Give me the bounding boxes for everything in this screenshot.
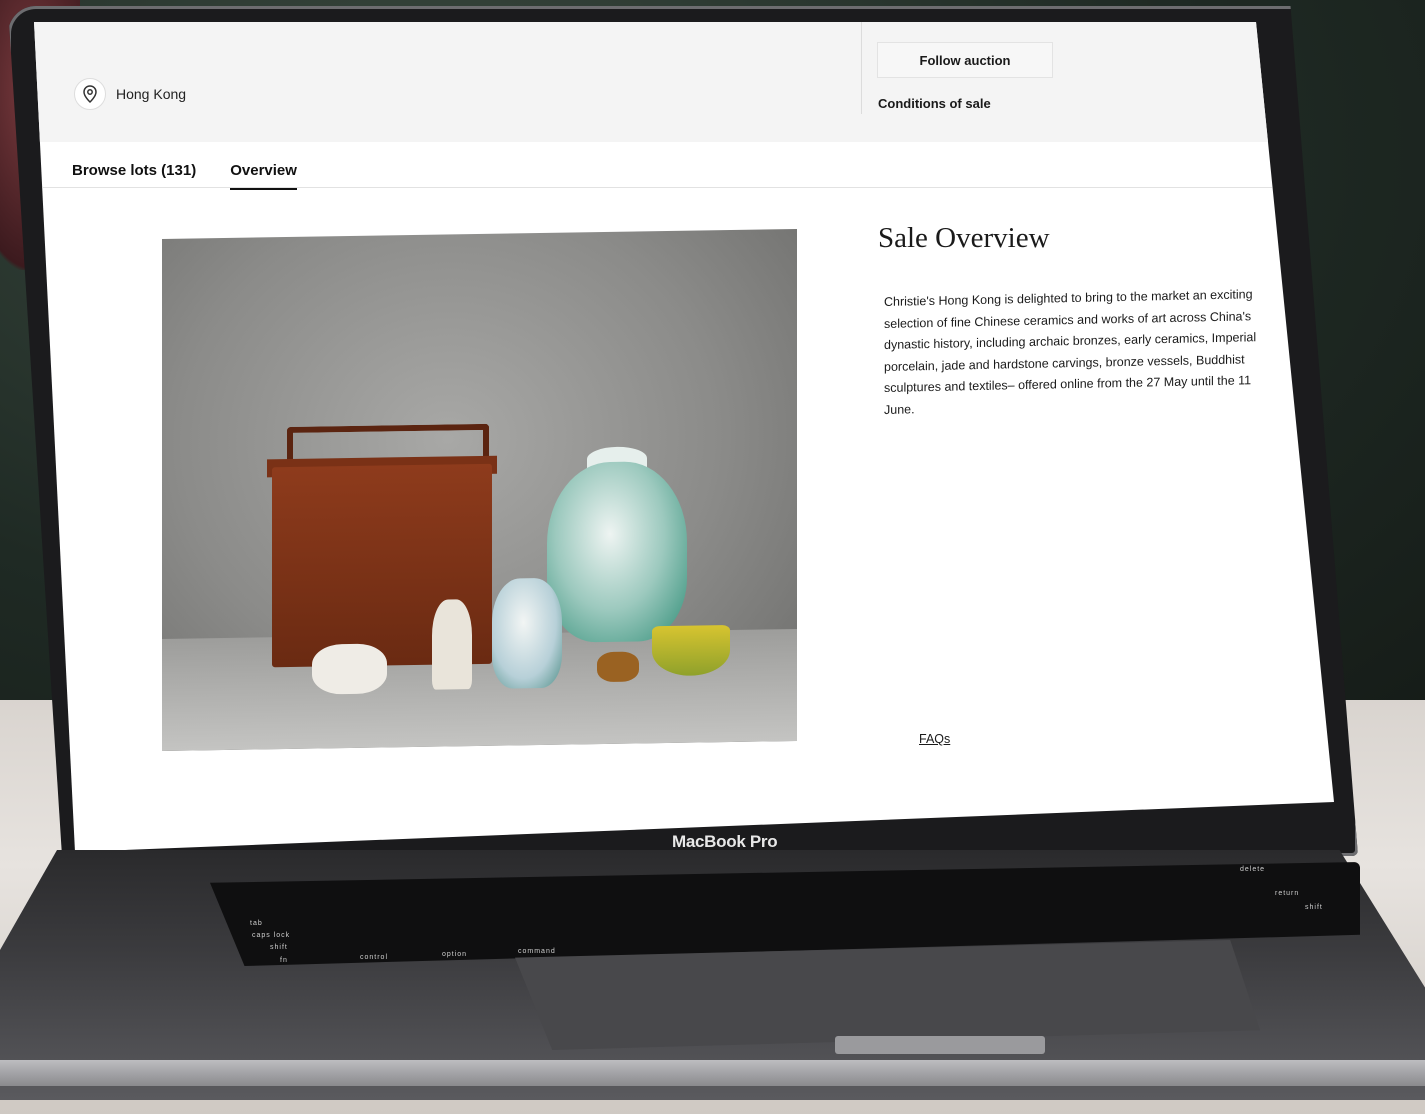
key-shift-left: shift: [270, 944, 288, 951]
key-tab: tab: [250, 920, 263, 927]
faqs-link[interactable]: FAQs: [919, 732, 950, 746]
device-brand: MacBook Pro: [672, 832, 778, 851]
auction-tabs: Browse lots (131) Overview: [72, 162, 297, 190]
sale-overview: Sale Overview: [878, 222, 1050, 255]
key-control: control: [360, 954, 389, 961]
small-vase: [492, 577, 562, 689]
conditions-of-sale-link[interactable]: Conditions of sale: [878, 96, 991, 111]
key-option: option: [442, 951, 468, 958]
location: Hong Kong: [74, 78, 186, 110]
laptop-edge: [0, 1060, 1425, 1086]
key-caps-lock: caps lock: [252, 932, 291, 939]
key-shift-right: shift: [1305, 904, 1323, 911]
key-return: return: [1275, 890, 1300, 897]
auction-header: Hong Kong Follow auction Conditions of s…: [34, 22, 1334, 142]
laptop-hinge: [835, 1036, 1045, 1054]
location-label: Hong Kong: [116, 86, 187, 102]
key-command: command: [518, 948, 556, 955]
overview-title: Sale Overview: [878, 222, 1050, 254]
key-fn: fn: [280, 957, 288, 964]
white-figure: [432, 599, 472, 690]
location-pin-icon: [74, 78, 106, 110]
overview-description: Christie's Hong Kong is delighted to bri…: [884, 287, 1257, 417]
dragon-jar: [547, 460, 687, 643]
bronze-camel: [597, 651, 639, 683]
jade-lion: [312, 643, 387, 695]
sale-hero-image: [162, 229, 797, 751]
tab-browse-lots[interactable]: Browse lots (131): [72, 162, 196, 190]
tab-overview[interactable]: Overview: [230, 162, 297, 190]
key-delete: delete: [1240, 866, 1266, 873]
header-divider: [861, 22, 862, 114]
laptop-screen: Hong Kong Follow auction Conditions of s…: [34, 22, 1334, 852]
tabs-divider: [34, 187, 1334, 188]
follow-auction-button[interactable]: Follow auction: [877, 42, 1053, 78]
